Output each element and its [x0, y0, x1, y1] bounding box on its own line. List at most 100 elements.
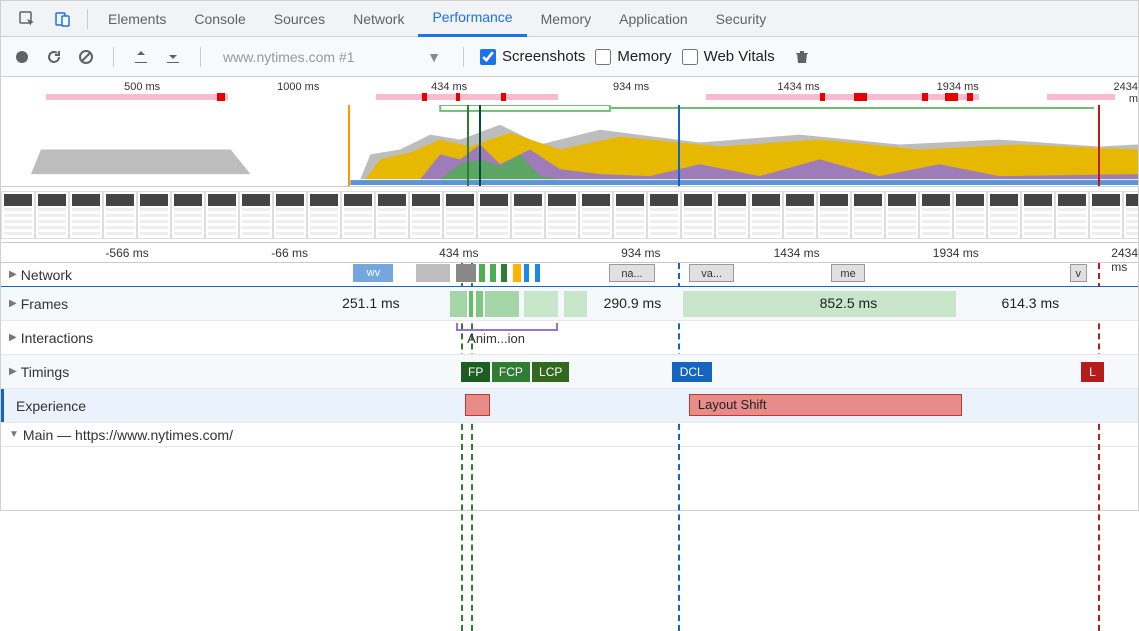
screenshot-thumb[interactable] — [817, 191, 851, 239]
tab-sources[interactable]: Sources — [260, 1, 339, 37]
screenshot-thumb[interactable] — [953, 191, 987, 239]
tab-memory[interactable]: Memory — [527, 1, 606, 37]
load-profile-button[interactable] — [130, 46, 152, 68]
screenshot-thumb[interactable] — [987, 191, 1021, 239]
webvitals-checkbox[interactable]: Web Vitals — [682, 48, 775, 65]
screenshot-thumb[interactable] — [851, 191, 885, 239]
collapse-icon: ▼ — [9, 429, 19, 440]
device-toggle-icon[interactable] — [45, 1, 81, 37]
screenshot-thumb[interactable] — [477, 191, 511, 239]
tab-security[interactable]: Security — [702, 1, 781, 37]
screenshot-thumb[interactable] — [443, 191, 477, 239]
overview-tick: 434 ms — [431, 81, 467, 93]
timing-marker-l[interactable]: L — [1081, 362, 1104, 382]
network-request[interactable] — [513, 264, 521, 282]
clear-button[interactable] — [75, 46, 97, 68]
screenshot-thumb[interactable] — [307, 191, 341, 239]
network-request[interactable] — [416, 264, 450, 282]
screenshots-strip[interactable] — [1, 187, 1138, 243]
tab-performance[interactable]: Performance — [418, 1, 526, 37]
frame-block[interactable] — [564, 291, 587, 317]
save-profile-button[interactable] — [162, 46, 184, 68]
layout-shift[interactable]: Layout Shift — [689, 394, 962, 416]
screenshot-thumb[interactable] — [205, 191, 239, 239]
record-button[interactable] — [11, 46, 33, 68]
frame-duration: 251.1 ms — [342, 295, 400, 311]
screenshot-thumb[interactable] — [545, 191, 579, 239]
ruler-tick: 934 ms — [621, 246, 660, 260]
screenshot-thumb[interactable] — [919, 191, 953, 239]
overview-timeline[interactable]: 500 ms1000 ms434 ms934 ms1434 ms1934 ms2… — [1, 77, 1138, 187]
network-request[interactable]: v — [1070, 264, 1087, 282]
tab-network[interactable]: Network — [339, 1, 418, 37]
screenshot-thumb[interactable] — [1, 191, 35, 239]
screenshot-thumb[interactable] — [647, 191, 681, 239]
reload-button[interactable] — [43, 46, 65, 68]
network-request[interactable] — [524, 264, 529, 282]
screenshot-thumb[interactable] — [409, 191, 443, 239]
ruler-tick: 1934 ms — [933, 246, 979, 260]
frame-block[interactable] — [450, 291, 467, 317]
timing-marker-lcp[interactable]: LCP — [532, 362, 570, 382]
network-request[interactable] — [456, 264, 476, 282]
screenshot-thumb[interactable] — [35, 191, 69, 239]
inspect-icon[interactable] — [9, 1, 45, 37]
trash-button[interactable] — [791, 46, 813, 68]
memory-checkbox[interactable]: Memory — [595, 48, 671, 65]
screenshot-thumb[interactable] — [341, 191, 375, 239]
network-request[interactable] — [501, 264, 507, 282]
tab-elements[interactable]: Elements — [94, 1, 180, 37]
overview-tick: 2434 m — [1114, 81, 1138, 105]
tab-console[interactable]: Console — [180, 1, 259, 37]
overview-tick: 1434 ms — [777, 81, 819, 93]
track-experience[interactable]: Experience Layout Shift — [1, 389, 1138, 423]
recording-select[interactable]: www.nytimes.com #1 ▼ — [217, 49, 447, 65]
screenshot-thumb[interactable] — [1055, 191, 1089, 239]
screenshot-thumb[interactable] — [1089, 191, 1123, 239]
screenshot-thumb[interactable] — [749, 191, 783, 239]
screenshot-thumb[interactable] — [69, 191, 103, 239]
screenshot-thumb[interactable] — [103, 191, 137, 239]
timing-marker-fcp[interactable]: FCP — [492, 362, 530, 382]
track-network[interactable]: ▶Network wvna...va...mev — [1, 263, 1138, 287]
screenshot-thumb[interactable] — [681, 191, 715, 239]
network-request[interactable]: va... — [689, 264, 734, 282]
screenshot-thumb[interactable] — [171, 191, 205, 239]
screenshot-thumb[interactable] — [273, 191, 307, 239]
frame-block[interactable] — [469, 291, 472, 317]
screenshot-thumb[interactable] — [783, 191, 817, 239]
screenshot-thumb[interactable] — [239, 191, 273, 239]
frame-duration: 290.9 ms — [604, 295, 662, 311]
frame-block[interactable] — [485, 291, 519, 317]
network-request[interactable]: me — [831, 264, 865, 282]
timing-marker-fp[interactable]: FP — [461, 362, 489, 382]
track-timings[interactable]: ▶Timings FPFCPLCPDCLL — [1, 355, 1138, 389]
network-request[interactable]: wv — [353, 264, 393, 282]
screenshot-thumb[interactable] — [885, 191, 919, 239]
tab-application[interactable]: Application — [605, 1, 702, 37]
frame-duration: 852.5 ms — [820, 295, 878, 311]
screenshot-thumb[interactable] — [1021, 191, 1055, 239]
screenshot-thumb[interactable] — [715, 191, 749, 239]
detail-ruler[interactable]: -566 ms-66 ms434 ms934 ms1434 ms1934 ms2… — [1, 243, 1138, 263]
frame-block[interactable] — [476, 291, 483, 317]
track-interactions[interactable]: ▶Interactions Anim...ion — [1, 321, 1138, 355]
network-request[interactable]: na... — [609, 264, 654, 282]
screenshot-thumb[interactable] — [613, 191, 647, 239]
layout-shift[interactable] — [465, 394, 490, 416]
ruler-tick: 1434 ms — [774, 246, 820, 260]
track-frames[interactable]: ▶Frames 251.1 ms290.9 ms852.5 ms614.3 ms — [1, 287, 1138, 321]
network-request[interactable] — [535, 264, 540, 282]
screenshot-thumb[interactable] — [1123, 191, 1138, 239]
screenshot-thumb[interactable] — [511, 191, 545, 239]
frame-block[interactable] — [524, 291, 558, 317]
track-main[interactable]: ▼ Main — https://www.nytimes.com/ — [1, 423, 1138, 447]
screenshot-thumb[interactable] — [375, 191, 409, 239]
network-request[interactable] — [479, 264, 486, 282]
screenshots-checkbox[interactable]: Screenshots — [480, 48, 585, 65]
screenshot-thumb[interactable] — [579, 191, 613, 239]
ruler-tick: -566 ms — [105, 246, 148, 260]
timing-marker-dcl[interactable]: DCL — [672, 362, 712, 382]
screenshot-thumb[interactable] — [137, 191, 171, 239]
network-request[interactable] — [490, 264, 496, 282]
